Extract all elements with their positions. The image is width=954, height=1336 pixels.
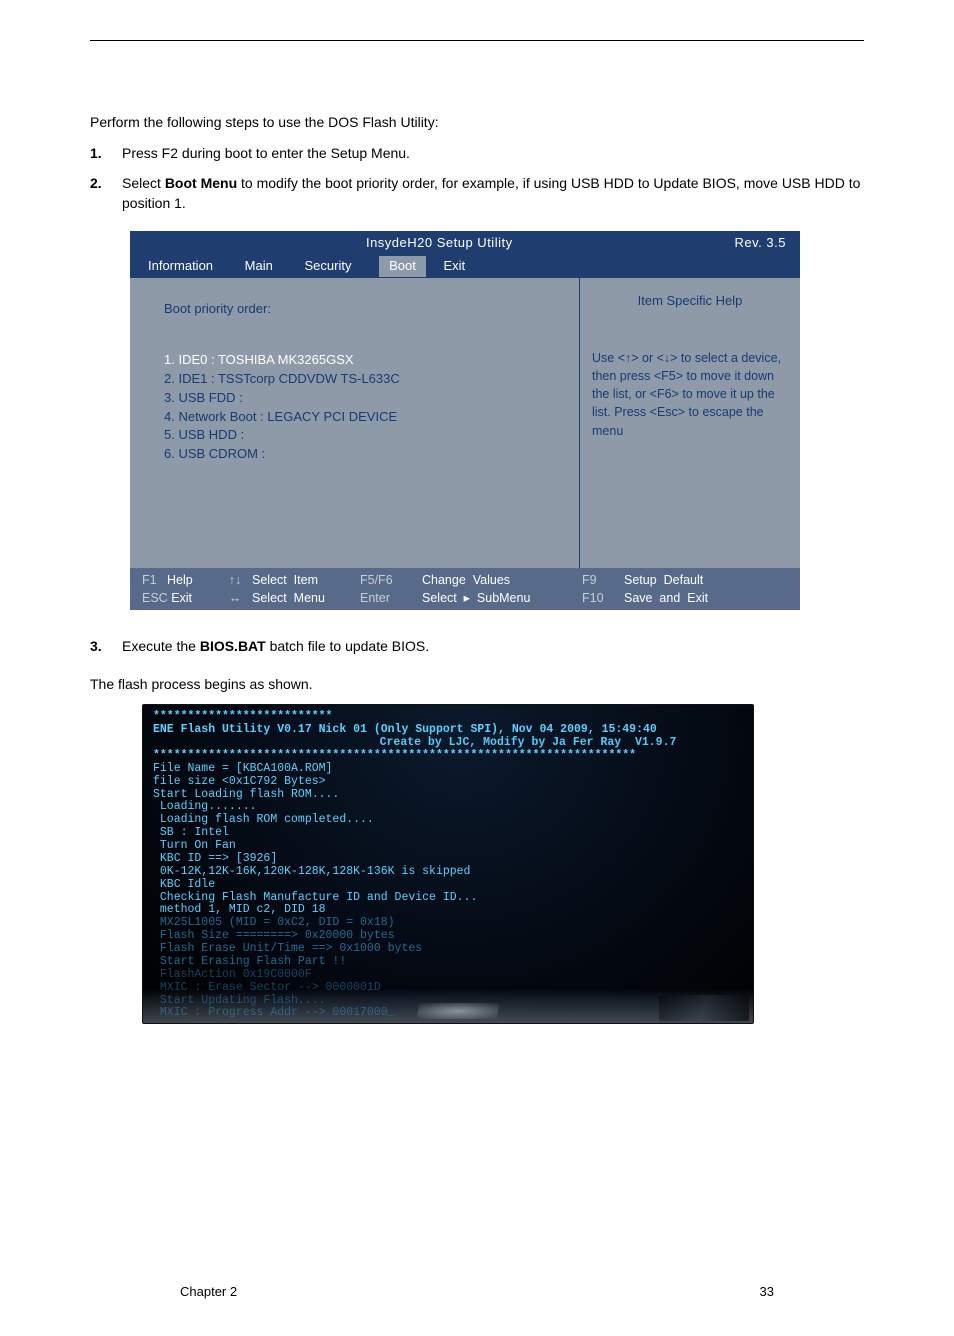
bios-help-title: Item Specific Help bbox=[592, 292, 788, 311]
step-3-text: Execute the BIOS.BAT batch file to updat… bbox=[122, 636, 864, 656]
bios-leftright-icon: ↔ bbox=[218, 589, 252, 607]
bios-boot-item-2: 2. IDE1 : TSSTcorp CDDVDW TS-L633C bbox=[164, 370, 561, 389]
step-2-text: Select Boot Menu to modify the boot prio… bbox=[122, 173, 864, 214]
bios-title-bar: InsydeH20 Setup Utility Rev. 3.5 bbox=[130, 231, 800, 256]
bios-tab-exit: Exit bbox=[439, 256, 479, 277]
bios-boot-item-1: 1. IDE0 : TOSHIBA MK3265GSX bbox=[164, 351, 561, 370]
intro-text: Perform the following steps to use the D… bbox=[90, 113, 864, 133]
flash-line: Turn On Fan bbox=[153, 840, 743, 853]
page-footer: Chapter 2 33 bbox=[180, 1284, 774, 1299]
bios-select-item-label: Select Item bbox=[252, 571, 360, 589]
bios-tab-main: Main bbox=[241, 256, 287, 277]
bios-right-pane: Item Specific Help Use <↑> or <↓> to sel… bbox=[580, 278, 800, 568]
bios-left-pane: Boot priority order: 1. IDE0 : TOSHIBA M… bbox=[130, 278, 580, 568]
flash-line: Loading flash ROM completed.... bbox=[153, 814, 743, 827]
page-top-rule bbox=[90, 40, 864, 41]
bios-body: Boot priority order: 1. IDE0 : TOSHIBA M… bbox=[130, 278, 800, 568]
flash-line: file size <0x1C792 Bytes> bbox=[153, 776, 743, 789]
bios-tabs: Information Main Security Boot Exit bbox=[130, 256, 800, 278]
bios-boot-item-3: 3. USB FDD : bbox=[164, 389, 561, 408]
bios-exit-label: Exit bbox=[171, 591, 192, 605]
flash-line: KBC ID ==> [3926] bbox=[153, 853, 743, 866]
flash-line: File Name = [KBCA100A.ROM] bbox=[153, 763, 743, 776]
bios-f1-label: Help bbox=[167, 573, 193, 587]
bios-f9-key: F9 bbox=[582, 571, 624, 589]
bios-boot-item-5: 5. USB HDD : bbox=[164, 426, 561, 445]
flash-line: Flash Erase Unit/Time ==> 0x1000 bytes bbox=[153, 943, 743, 956]
step-1-text: Press F2 during boot to enter the Setup … bbox=[122, 143, 864, 163]
bios-screenshot: InsydeH20 Setup Utility Rev. 3.5 Informa… bbox=[130, 231, 800, 610]
step-2: 2. Select Boot Menu to modify the boot p… bbox=[90, 173, 864, 214]
bios-f1-key: F1 bbox=[142, 573, 157, 587]
step-1-num: 1. bbox=[90, 143, 122, 163]
bios-tab-information: Information bbox=[144, 256, 227, 277]
footer-page-number: 33 bbox=[760, 1284, 774, 1299]
bios-boot-item-6: 6. USB CDROM : bbox=[164, 445, 561, 464]
steps-top: 1. Press F2 during boot to enter the Set… bbox=[90, 143, 864, 214]
bios-f5f6-key: F5/F6 bbox=[360, 571, 422, 589]
bios-rev: Rev. 3.5 bbox=[735, 234, 786, 253]
bios-esc-key: ESC bbox=[142, 591, 168, 605]
flash-line: KBC Idle bbox=[153, 879, 743, 892]
bios-title: InsydeH20 Setup Utility bbox=[366, 234, 513, 253]
bios-footer: F1 Help ↑↓ Select Item F5/F6 Change Valu… bbox=[130, 568, 800, 610]
flash-intro: The flash process begins as shown. bbox=[90, 675, 864, 695]
bios-change-values-label: Change Values bbox=[422, 571, 582, 589]
bios-help-body: Use <↑> or <↓> to select a device, then … bbox=[592, 349, 788, 440]
bios-select-submenu-label: Select ▸ SubMenu bbox=[422, 589, 582, 607]
step-3-num: 3. bbox=[90, 636, 122, 656]
bios-updown-icon: ↑↓ bbox=[218, 571, 252, 589]
steps-bottom: 3. Execute the BIOS.BAT batch file to up… bbox=[90, 636, 864, 656]
step-3: 3. Execute the BIOS.BAT batch file to up… bbox=[90, 636, 864, 656]
flash-line: Start Erasing Flash Part !! bbox=[153, 956, 743, 969]
flash-screenshot: ************************** ENE Flash Uti… bbox=[142, 704, 754, 1024]
bios-tab-boot: Boot bbox=[379, 256, 426, 277]
bios-tab-security: Security bbox=[300, 256, 365, 277]
bios-enter-key: Enter bbox=[360, 589, 422, 607]
flash-line: 0K-12K,12K-16K,120K-128K,128K-136K is sk… bbox=[153, 866, 743, 879]
flash-stars-bottom: ****************************************… bbox=[153, 750, 743, 763]
bios-select-menu-label: Select Menu bbox=[252, 589, 360, 607]
flash-lines: File Name = [KBCA100A.ROM]file size <0x1… bbox=[153, 763, 743, 1021]
flash-line: SB : Intel bbox=[153, 827, 743, 840]
flash-header-2: Create by LJC, Modify by Ja Fer Ray V1.9… bbox=[153, 737, 743, 750]
flash-reflection bbox=[143, 989, 753, 1023]
bios-f10-key: F10 bbox=[582, 589, 624, 607]
footer-chapter: Chapter 2 bbox=[180, 1284, 237, 1299]
bios-boot-heading: Boot priority order: bbox=[164, 300, 561, 319]
step-2-num: 2. bbox=[90, 173, 122, 214]
bios-boot-item-4: 4. Network Boot : LEGACY PCI DEVICE bbox=[164, 408, 561, 427]
flash-line: FlashAction 0x19C0000F bbox=[153, 969, 743, 982]
bios-save-exit-label: Save and Exit bbox=[624, 589, 708, 607]
step-1: 1. Press F2 during boot to enter the Set… bbox=[90, 143, 864, 163]
bios-setup-default-label: Setup Default bbox=[624, 571, 703, 589]
